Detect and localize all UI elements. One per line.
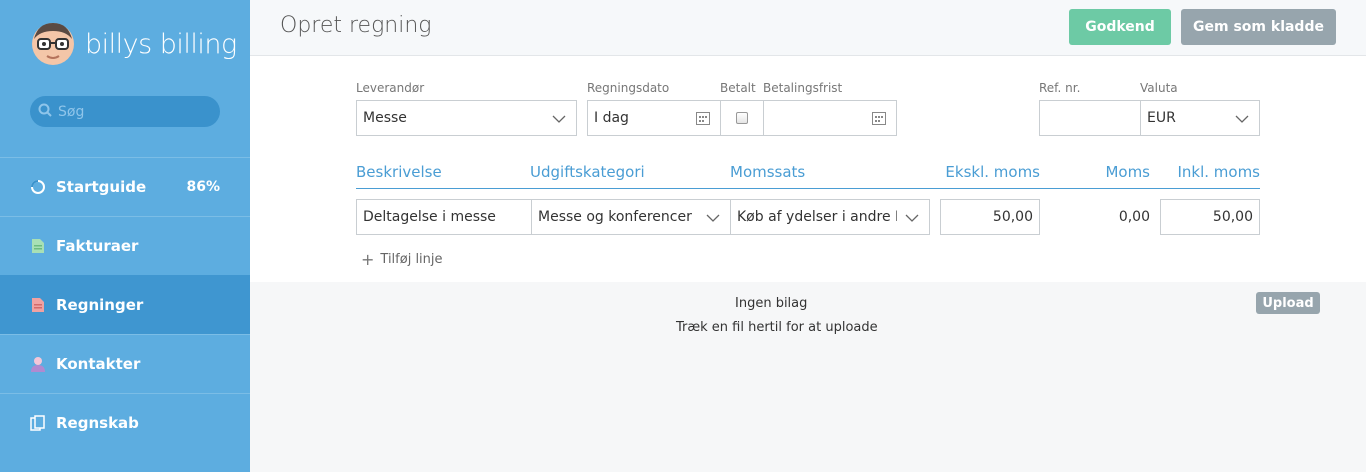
line-vat-rate-select[interactable]: Køb af ydelser i andre E (730, 199, 930, 235)
search-input[interactable] (58, 103, 208, 120)
glasses-face-logo-icon (30, 21, 76, 67)
approve-button[interactable]: Godkend (1069, 9, 1171, 45)
sidebar-item-label: Regnskab (56, 414, 139, 432)
vendor-value: Messe (363, 110, 407, 126)
reference-input[interactable] (1039, 100, 1141, 136)
calendar-icon (872, 112, 886, 129)
line-incl-vat-value: 50,00 (1212, 209, 1253, 225)
sidebar-nav: Startguide 86% Fakturaer Regninger Konta… (0, 157, 250, 452)
brand-name: billys billing (85, 28, 237, 60)
column-header-vat-rate: Momssats (730, 163, 806, 181)
header-divider (356, 188, 1260, 189)
chevron-down-icon (706, 211, 720, 227)
calendar-icon (696, 112, 710, 129)
chevron-down-icon (552, 112, 566, 128)
line-category-select[interactable]: Messe og konferencer (531, 199, 731, 235)
ledger-icon (30, 415, 46, 431)
line-incl-vat-input[interactable]: 50,00 (1160, 199, 1260, 235)
attachments-dropzone[interactable]: Ingen bilag Træk en fil hertil for at up… (250, 282, 1366, 472)
sidebar-item-label: Fakturaer (56, 237, 139, 255)
currency-value: EUR (1147, 110, 1176, 126)
line-description-input[interactable]: Deltagelse i messe (356, 199, 532, 235)
sidebar-item-startguide[interactable]: Startguide 86% (0, 157, 250, 216)
bill-date-input[interactable]: I dag (587, 100, 721, 136)
line-category-value: Messe og konferencer (538, 209, 692, 225)
column-header-description: Beskrivelse (356, 163, 442, 181)
vendor-select[interactable]: Messe (356, 100, 577, 136)
line-excl-vat-input[interactable]: 50,00 (940, 199, 1040, 235)
bill-date-value: I dag (594, 110, 629, 126)
sidebar-item-regnskab[interactable]: Regnskab (0, 393, 250, 452)
person-icon (30, 356, 46, 372)
paid-label: Betalt (720, 81, 756, 95)
currency-label: Valuta (1140, 81, 1178, 95)
currency-select[interactable]: EUR (1140, 100, 1260, 136)
chevron-down-icon (905, 211, 919, 227)
add-line-label: Tilføj linje (380, 252, 443, 267)
progress-ring-icon (30, 179, 46, 195)
line-vat-value: 0,00 (1118, 209, 1150, 225)
sidebar-item-regninger[interactable]: Regninger (0, 275, 250, 334)
add-line-button[interactable]: + Tilføj linje (361, 250, 443, 269)
paid-checkbox[interactable] (736, 112, 748, 124)
main-content: Opret regning Godkend Gem som kladde Lev… (250, 0, 1366, 472)
sidebar-item-label: Regninger (56, 296, 144, 314)
save-draft-button[interactable]: Gem som kladde (1181, 9, 1336, 45)
line-vat-rate-value: Køb af ydelser i andre E (737, 209, 897, 225)
vendor-label: Leverandør (356, 81, 425, 95)
line-description-value: Deltagelse i messe (363, 209, 496, 225)
search-icon (38, 103, 52, 121)
sidebar-item-label: Kontakter (56, 355, 141, 373)
column-header-excl-vat: Ekskl. moms (945, 163, 1040, 181)
column-header-incl-vat: Inkl. moms (1177, 163, 1260, 181)
due-date-input[interactable] (763, 100, 897, 136)
sidebar: billys billing Startguide 86% Fakturaer … (0, 0, 250, 472)
plus-icon: + (361, 250, 375, 269)
reference-label: Ref. nr. (1039, 81, 1081, 95)
chevron-down-icon (1235, 112, 1249, 128)
bill-icon (30, 297, 46, 313)
paid-checkbox-field[interactable] (720, 100, 764, 136)
upload-button[interactable]: Upload (1256, 292, 1320, 314)
due-date-label: Betalingsfrist (763, 81, 843, 95)
page-header: Opret regning Godkend Gem som kladde (250, 0, 1366, 56)
page-title: Opret regning (280, 13, 432, 38)
sidebar-item-label: Startguide (56, 178, 147, 196)
sidebar-item-fakturaer[interactable]: Fakturaer (0, 216, 250, 275)
brand-logo[interactable]: billys billing (30, 20, 237, 68)
bill-date-label: Regningsdato (587, 81, 670, 95)
drop-file-hint: Træk en fil hertil for at uploade (676, 320, 878, 335)
search-box[interactable] (30, 96, 220, 127)
no-attachments-text: Ingen bilag (735, 296, 808, 311)
startguide-progress: 86% (186, 179, 220, 195)
bill-form: Leverandør Regningsdato Betalt Betalings… (250, 56, 1366, 282)
column-header-category: Udgiftskategori (530, 163, 645, 181)
sidebar-item-kontakter[interactable]: Kontakter (0, 334, 250, 393)
invoice-icon (30, 238, 46, 254)
line-excl-vat-value: 50,00 (992, 209, 1033, 225)
column-header-vat: Moms (1105, 163, 1150, 181)
